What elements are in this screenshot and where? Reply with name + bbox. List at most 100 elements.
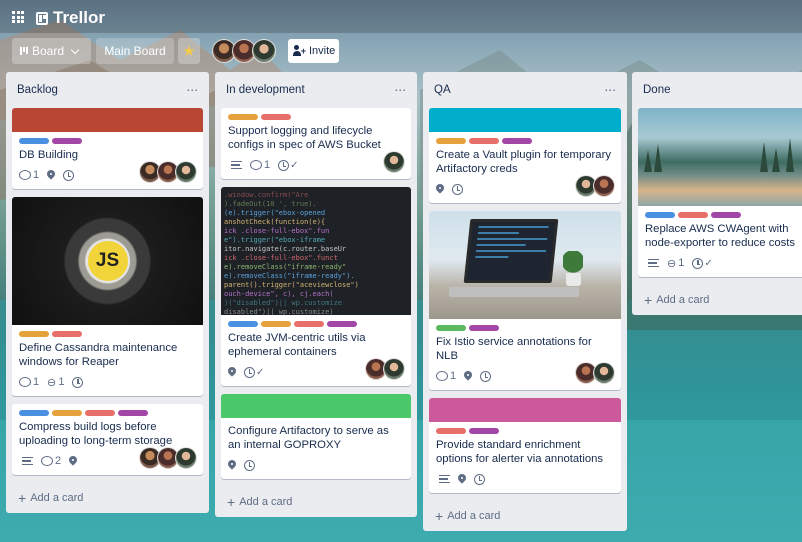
card[interactable]: JS Define Cassandra maintenance windows … [12,197,203,396]
clock-icon [244,459,255,471]
add-card-label: Add a card [447,510,501,522]
code-line: anshotCheck(function(e){ [224,218,326,226]
card[interactable]: Fix Istio service annotations for NLB 1 [429,211,621,390]
code-line: e).removeClass("iframe-ready"). [224,272,355,280]
code-line: ick .close-full-ebox".fun [224,227,330,235]
card-cover-image [638,108,802,206]
label-orange [436,138,466,144]
comment-count: 1 [450,370,457,382]
label-green [436,325,466,331]
plus-icon: + [227,494,236,510]
label-purple [502,138,532,144]
card-labels [19,331,196,337]
code-line: e).removeClass("iframe-ready" [224,263,347,271]
card-labels [19,138,196,144]
card[interactable]: Compress build logs before uploading to … [12,404,203,475]
list-header[interactable]: QA ... [429,72,621,108]
card[interactable]: Create a Vault plugin for temporary Arti… [429,108,621,203]
card-cover [429,108,621,132]
avatar [593,362,615,384]
list-menu-icon[interactable]: ... [186,79,198,93]
attachment-count: 1 [678,257,685,269]
list-title[interactable]: QA [434,84,451,96]
card-members [575,362,615,384]
pot-image [566,273,581,286]
location-icon [464,371,472,382]
clock-icon [452,183,463,195]
label-purple [52,138,82,144]
list-header[interactable]: In development ... [221,72,411,108]
check-icon: ✓ [704,257,713,269]
label-red [85,410,115,416]
code-line: ouch-device", c), cj.each( [224,290,334,298]
list-title[interactable]: Backlog [17,84,58,96]
comment-count: 1 [33,376,40,388]
app-name: Trellor [53,8,105,27]
plus-icon: + [18,490,27,506]
label-red [678,212,708,218]
card-title: Provide standard enrichment options for … [436,439,604,465]
board-icon [20,47,28,55]
label-blue [228,321,258,327]
board-view-button[interactable]: Board [12,38,91,64]
comment-icon [19,377,31,387]
list-menu-icon[interactable]: ... [394,79,406,93]
star-board-button[interactable]: ★ [178,38,200,64]
card[interactable]: .window.confirm("Are).fadeOut(10 ', true… [221,187,411,386]
code-line: itor.navigate(c.router.baseUr [224,245,347,253]
invite-button[interactable]: + Invite [288,39,339,63]
clock-icon [72,376,84,388]
star-icon: ★ [182,43,196,60]
avatar [383,358,405,380]
app-logo[interactable]: Trellor [36,8,105,28]
card-badges: 1 ⊘ 1 [19,375,196,390]
card-cover-image: JS [12,197,203,325]
avatar [383,151,405,173]
add-card-label: Add a card [30,492,84,504]
add-card-button[interactable]: + Add a card [638,285,802,315]
avatar [175,447,197,469]
avatar [593,175,615,197]
card-title: Create a Vault plugin for temporary Arti… [436,149,611,175]
card[interactable]: DB Building 1 [12,108,203,189]
card-members [575,175,615,197]
label-purple [711,212,741,218]
card-badges [228,458,404,472]
list-header[interactable]: Backlog ... [12,72,203,108]
laptop-image [463,219,559,283]
comment-count: 1 [33,169,40,181]
add-card-button[interactable]: + Add a card [221,487,411,517]
board-name-button[interactable]: Main Board [96,38,174,64]
label-purple [327,321,357,327]
label-red [469,138,499,144]
card[interactable]: Replace AWS CWAgent with node-exporter t… [638,108,802,277]
clock-icon [63,169,75,181]
attachment-count: 1 [58,376,65,388]
card[interactable]: Configure Artifactory to serve as an int… [221,394,411,479]
card[interactable]: Support logging and lifecycle configs in… [221,108,411,179]
card-title: DB Building [19,149,79,161]
invite-label: Invite [309,45,336,57]
tree-image [644,150,652,172]
card-title: Fix Istio service annotations for NLB [436,336,592,362]
list-menu-icon[interactable]: ... [604,79,616,93]
code-line: .window.confirm("Are [224,191,309,199]
list-title[interactable]: Done [643,84,671,96]
card-members [139,447,197,469]
card[interactable]: Provide standard enrichment options for … [429,398,621,493]
label-red [52,331,82,337]
add-card-button[interactable]: + Add a card [12,483,203,513]
board-view-label: Board [32,44,65,58]
avatar[interactable] [252,39,276,63]
card-title: Compress build logs before uploading to … [19,421,173,447]
code-line: parent().trigger("aceviewclose") [224,281,359,289]
description-icon [439,475,450,483]
list-title[interactable]: In development [226,84,305,96]
code-line: ick .close-full-ebox".funct [224,254,338,262]
add-card-button[interactable]: + Add a card [429,501,621,531]
card-members [365,358,405,380]
chevron-down-icon [70,45,80,54]
apps-grid-icon[interactable] [12,11,24,23]
list-header[interactable]: Done [638,72,802,108]
card-labels [228,321,404,327]
